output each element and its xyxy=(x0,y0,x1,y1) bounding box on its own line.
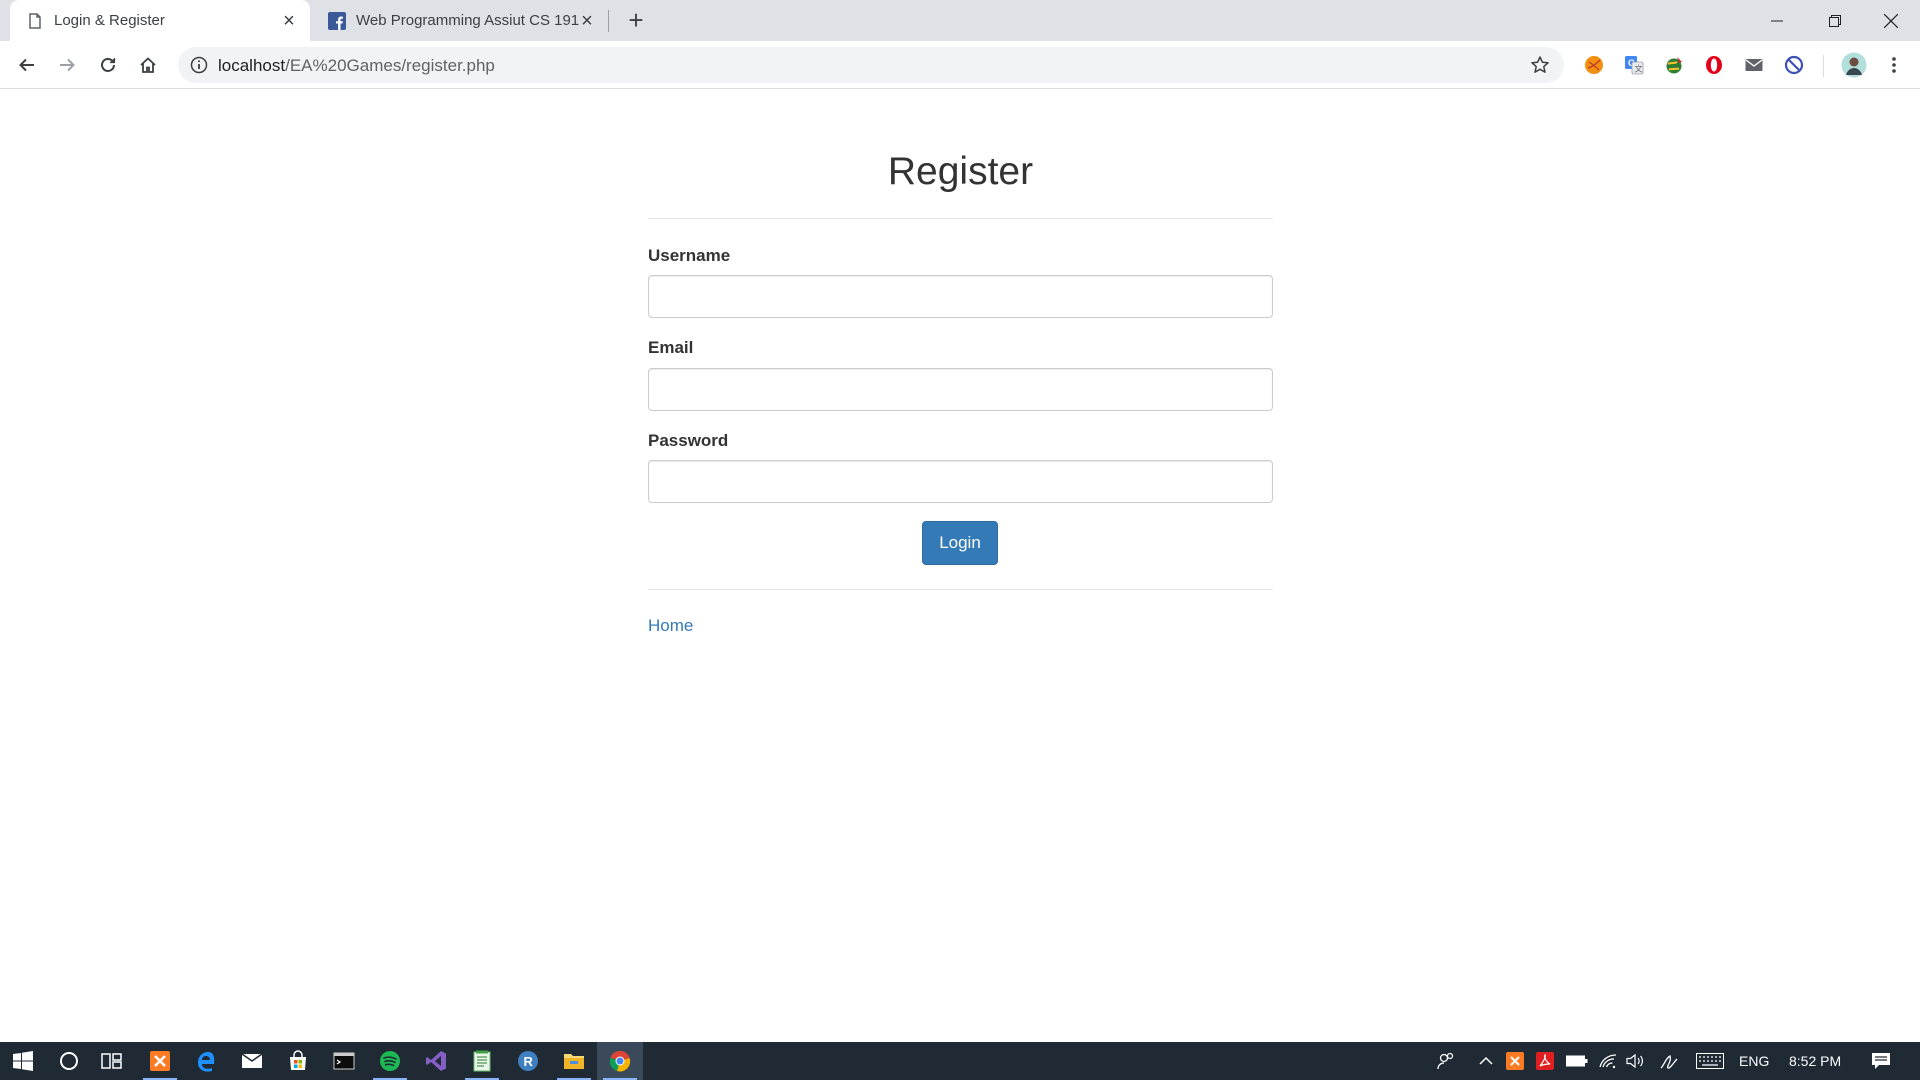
cortana-icon[interactable] xyxy=(46,1042,92,1080)
store-icon[interactable] xyxy=(275,1042,321,1080)
info-icon[interactable] xyxy=(190,56,208,74)
toolbar-separator xyxy=(1823,55,1824,77)
star-icon[interactable] xyxy=(1530,55,1550,75)
globe-extension-icon[interactable] xyxy=(1663,54,1685,76)
url-text[interactable]: localhost/EA%20Games/register.php xyxy=(218,56,495,76)
people-icon[interactable] xyxy=(1436,1042,1456,1080)
divider xyxy=(648,218,1273,219)
battery-icon[interactable] xyxy=(1565,1042,1589,1080)
r-studio-icon[interactable]: R xyxy=(505,1042,551,1080)
minimize-icon[interactable] xyxy=(1748,0,1806,41)
username-input[interactable] xyxy=(648,275,1273,318)
home-link[interactable]: Home xyxy=(648,616,693,636)
menu-dots-icon[interactable] xyxy=(1883,54,1905,76)
password-input[interactable] xyxy=(648,460,1273,503)
tab-title: Web Programming Assiut CS 191 xyxy=(356,12,580,29)
mail-icon[interactable] xyxy=(229,1042,275,1080)
keyboard-icon[interactable] xyxy=(1695,1042,1725,1080)
page-icon xyxy=(29,13,41,29)
orange-circle-extension-icon[interactable] xyxy=(1583,54,1605,76)
browser-tabstrip: Login & Register × Web Programming Assiu… xyxy=(0,0,1920,41)
xampp-tray-icon[interactable] xyxy=(1505,1042,1525,1080)
avatar-icon[interactable] xyxy=(1841,52,1867,78)
notifications-icon[interactable] xyxy=(1868,1042,1894,1080)
page-title: Register xyxy=(887,150,1034,193)
file-explorer-icon[interactable] xyxy=(551,1042,597,1080)
page-content: Register Username Email Password Login H… xyxy=(0,90,1920,1042)
tab-title: Login & Register xyxy=(54,12,165,29)
home-icon[interactable] xyxy=(134,51,162,79)
windows-taskbar: R ENG 8:52 PM xyxy=(0,1042,1920,1080)
pen-icon[interactable] xyxy=(1658,1042,1682,1080)
xampp-icon[interactable] xyxy=(137,1042,183,1080)
svg-text:文: 文 xyxy=(1635,64,1643,74)
edge-icon[interactable] xyxy=(183,1042,229,1080)
chrome-icon[interactable] xyxy=(597,1042,643,1080)
tab-login-register[interactable]: Login & Register × xyxy=(10,0,310,41)
acrobat-tray-icon[interactable] xyxy=(1535,1042,1555,1080)
clock[interactable]: 8:52 PM xyxy=(1789,1053,1841,1069)
reload-icon[interactable] xyxy=(94,51,122,79)
spotify-icon[interactable] xyxy=(367,1042,413,1080)
task-view-icon[interactable] xyxy=(89,1042,135,1080)
wifi-icon[interactable] xyxy=(1597,1042,1619,1080)
address-bar[interactable]: localhost/EA%20Games/register.php xyxy=(178,47,1564,83)
url-path: /EA%20Games/register.php xyxy=(285,56,495,75)
opera-extension-icon[interactable] xyxy=(1703,54,1725,76)
forward-arrow-icon[interactable] xyxy=(53,51,81,79)
start-icon[interactable] xyxy=(0,1042,46,1080)
browser-toolbar: localhost/EA%20Games/register.php G文 xyxy=(0,41,1920,89)
back-arrow-icon[interactable] xyxy=(13,51,41,79)
svg-text:R: R xyxy=(524,1054,534,1069)
login-button[interactable]: Login xyxy=(922,521,998,565)
visual-studio-icon[interactable] xyxy=(413,1042,459,1080)
language-indicator[interactable]: ENG xyxy=(1739,1053,1769,1069)
close-tab-icon[interactable]: × xyxy=(280,11,298,31)
terminal-icon[interactable] xyxy=(321,1042,367,1080)
volume-icon[interactable] xyxy=(1625,1042,1647,1080)
email-input[interactable] xyxy=(648,368,1273,411)
url-host: localhost xyxy=(218,56,286,75)
password-label: Password xyxy=(648,431,729,450)
divider xyxy=(648,589,1273,590)
chevron-up-icon[interactable] xyxy=(1476,1042,1496,1080)
restore-icon[interactable] xyxy=(1806,0,1864,41)
translate-extension-icon[interactable]: G文 xyxy=(1623,54,1645,76)
tab-facebook[interactable]: Web Programming Assiut CS 191 × xyxy=(312,0,608,41)
username-label: Username xyxy=(648,246,731,265)
facebook-icon xyxy=(328,12,346,30)
notepad-icon[interactable] xyxy=(459,1042,505,1080)
tab-separator xyxy=(608,10,609,32)
mail-extension-icon[interactable] xyxy=(1743,54,1765,76)
email-label: Email xyxy=(648,338,694,357)
close-tab-icon[interactable]: × xyxy=(578,11,596,31)
block-extension-icon[interactable] xyxy=(1783,54,1805,76)
plus-icon[interactable]: + xyxy=(622,7,650,35)
close-window-icon[interactable] xyxy=(1862,0,1920,41)
